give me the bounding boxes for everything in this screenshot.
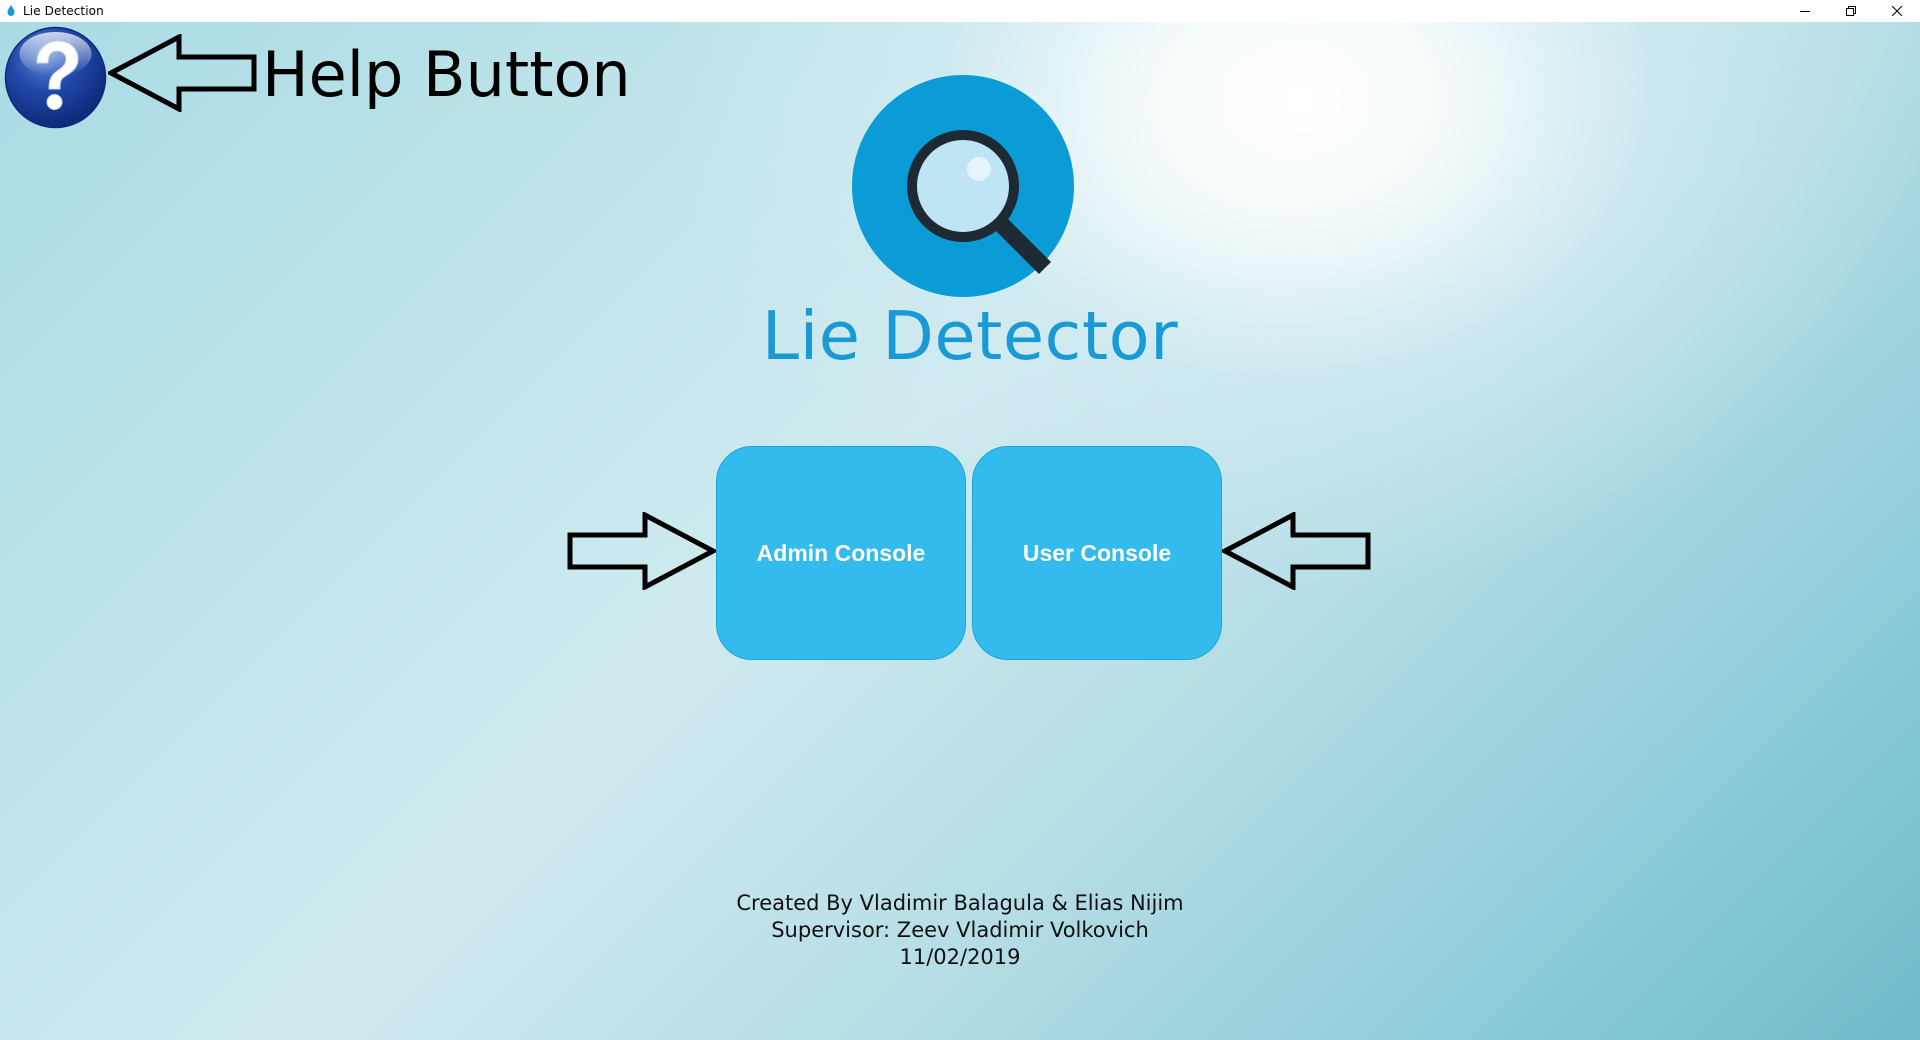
user-arrow-annotation <box>1222 512 1371 590</box>
window-title: Lie Detection <box>23 4 104 18</box>
credits-supervisor: Supervisor: Zeev Vladimir Volkovich <box>771 918 1149 942</box>
restore-button[interactable] <box>1828 0 1874 22</box>
credits: Created By Vladimir Balagula & Elias Nij… <box>660 890 1260 971</box>
question-mark-icon <box>4 26 107 129</box>
admin-console-button[interactable]: Admin Console <box>716 446 966 660</box>
help-annotation-label: Help Button <box>262 38 631 111</box>
user-console-button[interactable]: User Console <box>972 446 1222 660</box>
magnifying-glass-icon <box>852 75 1074 297</box>
close-button[interactable] <box>1874 0 1920 22</box>
minimize-icon <box>1800 11 1810 12</box>
title-bar: Lie Detection <box>0 0 1920 22</box>
user-console-label: User Console <box>1022 539 1172 566</box>
restore-icon <box>1846 6 1856 16</box>
app-logo <box>851 74 1075 298</box>
help-button[interactable] <box>4 26 107 129</box>
app-icon <box>5 4 17 18</box>
close-icon <box>1892 6 1902 16</box>
admin-arrow-annotation <box>567 512 716 590</box>
credits-authors: Created By Vladimir Balagula & Elias Nij… <box>736 891 1184 915</box>
credits-date: 11/02/2019 <box>899 945 1021 969</box>
main-window: Help Button Lie Detector Admin Console U… <box>0 22 1920 1040</box>
minimize-button[interactable] <box>1782 0 1828 22</box>
app-logo-text: Lie Detector <box>761 297 1179 375</box>
window-controls <box>1782 0 1920 22</box>
admin-console-label: Admin Console <box>756 539 926 566</box>
help-arrow-annotation <box>108 34 257 112</box>
